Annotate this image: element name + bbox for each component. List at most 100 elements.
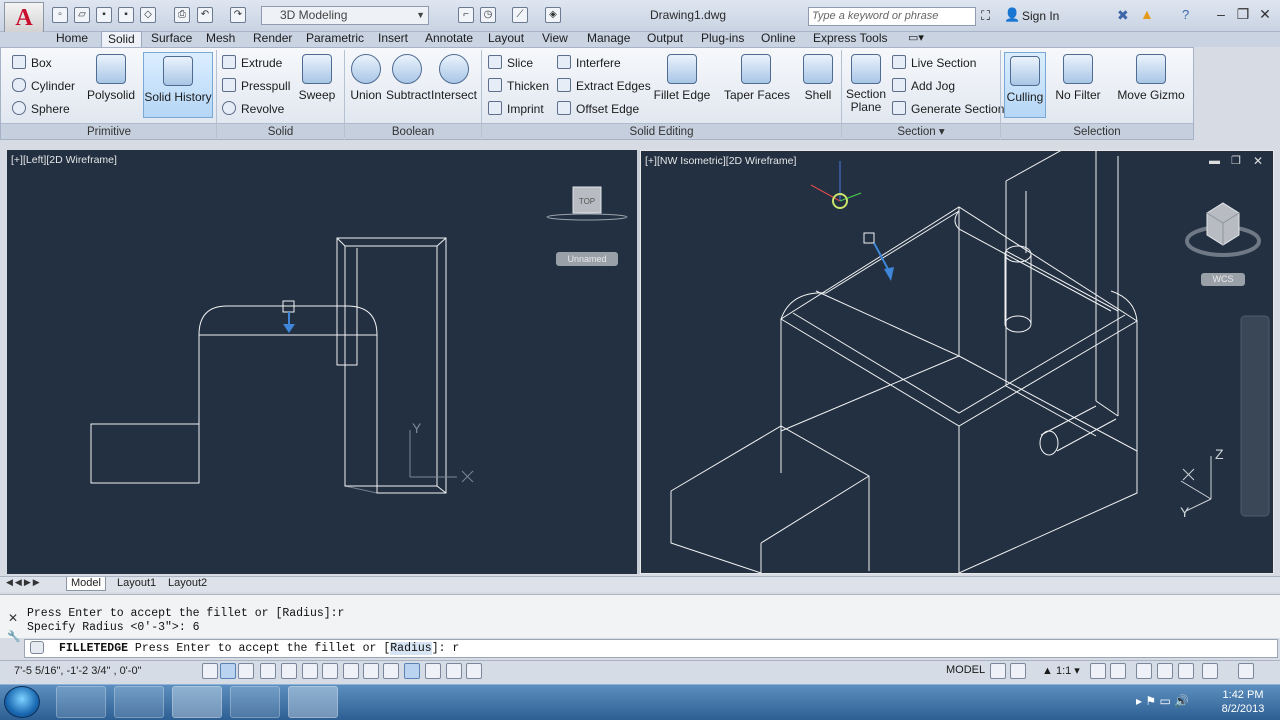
solid-panel-title[interactable]: Solid bbox=[217, 123, 344, 139]
tab-manage[interactable]: Manage bbox=[581, 31, 636, 47]
generate-section-button[interactable]: Generate Section bbox=[892, 101, 1004, 116]
solid-editing-panel-title[interactable]: Solid Editing bbox=[482, 123, 841, 139]
save-icon[interactable]: ▪ bbox=[96, 7, 112, 23]
tab-solid[interactable]: Solid bbox=[101, 31, 142, 47]
workspace-dropdown[interactable]: 3D Modeling ▼ bbox=[261, 6, 429, 25]
tab-parametric[interactable]: Parametric bbox=[300, 31, 370, 47]
quick-properties-icon[interactable] bbox=[425, 663, 441, 679]
sphere-button[interactable]: Sphere bbox=[12, 101, 70, 116]
selection-cycling-icon[interactable] bbox=[446, 663, 462, 679]
section-panel-title[interactable]: Section ▾ bbox=[842, 123, 1000, 139]
close-icon[interactable]: ✕ bbox=[8, 611, 18, 625]
isolate-objects-icon[interactable] bbox=[1202, 663, 1218, 679]
section-plane-button[interactable]: Section Plane bbox=[845, 54, 887, 114]
open-icon[interactable]: ▱ bbox=[74, 7, 90, 23]
right-viewport[interactable]: [+][NW Isometric][2D Wireframe] ▬ ❐ ✕ Z … bbox=[640, 150, 1274, 574]
clean-screen-icon[interactable] bbox=[1238, 663, 1254, 679]
publish-icon[interactable]: ◇ bbox=[140, 7, 156, 23]
live-section-button[interactable]: Live Section bbox=[892, 55, 976, 70]
quick-view-drawings-icon[interactable] bbox=[1010, 663, 1026, 679]
extrude-button[interactable]: Extrude bbox=[222, 55, 282, 70]
application-menu-button[interactable]: A bbox=[4, 2, 44, 36]
lock-icon[interactable] bbox=[1157, 663, 1173, 679]
taper-faces-button[interactable]: Taper Faces bbox=[724, 54, 790, 102]
interfere-button[interactable]: Interfere bbox=[557, 55, 621, 70]
tab-annotate[interactable]: Annotate bbox=[419, 31, 479, 47]
fillet-edge-button[interactable]: Fillet Edge bbox=[652, 54, 712, 102]
layer-icon[interactable]: ◈ bbox=[545, 7, 561, 23]
imprint-button[interactable]: Imprint bbox=[488, 101, 544, 116]
sweep-button[interactable]: Sweep bbox=[296, 54, 338, 102]
culling-button[interactable]: Culling bbox=[1004, 52, 1046, 118]
viewcube-top-label[interactable]: TOP bbox=[579, 197, 595, 206]
user-icon[interactable]: 👤 bbox=[1004, 7, 1020, 23]
primitive-panel-title[interactable]: Primitive bbox=[1, 123, 217, 139]
tab-home[interactable]: Home bbox=[50, 31, 94, 47]
offset-edge-button[interactable]: Offset Edge bbox=[557, 101, 639, 116]
tab-layout1[interactable]: Layout1 bbox=[113, 577, 160, 591]
system-clock[interactable]: 1:42 PM 8/2/2013 bbox=[1210, 688, 1276, 716]
3d-osnap-icon[interactable] bbox=[302, 663, 318, 679]
subtract-button[interactable]: Subtract bbox=[386, 54, 431, 102]
wrench-icon[interactable]: 🔧 bbox=[7, 630, 21, 643]
chrome-icon[interactable] bbox=[56, 686, 106, 718]
annotation-monitor-icon[interactable] bbox=[466, 663, 482, 679]
close-button[interactable]: ✕ bbox=[1254, 6, 1276, 24]
union-button[interactable]: Union bbox=[348, 54, 384, 102]
tray-icons[interactable]: ▸ ⚑ ▭ 🔊 bbox=[1136, 694, 1189, 708]
tab-online[interactable]: Online bbox=[755, 31, 802, 47]
lineweight-icon[interactable] bbox=[383, 663, 399, 679]
linetype-icon[interactable]: ⟋ bbox=[512, 7, 528, 23]
tab-express-tools[interactable]: Express Tools bbox=[807, 31, 893, 47]
tab-render[interactable]: Render bbox=[247, 31, 298, 47]
tab-layout2[interactable]: Layout2 bbox=[164, 577, 211, 591]
print-icon[interactable]: ⎙ bbox=[174, 7, 190, 23]
infer-constraints-icon[interactable] bbox=[202, 663, 218, 679]
redo-icon[interactable]: ↷ bbox=[230, 7, 246, 23]
workspace-switching-icon[interactable] bbox=[1136, 663, 1152, 679]
osnap-icon[interactable] bbox=[281, 663, 297, 679]
extract-edges-button[interactable]: Extract Edges bbox=[557, 78, 651, 93]
tab-layout[interactable]: Layout bbox=[482, 31, 530, 47]
clock-icon[interactable]: ◷ bbox=[480, 7, 496, 23]
snipping-tool-icon[interactable] bbox=[114, 686, 164, 718]
viewcube[interactable] bbox=[1185, 202, 1261, 257]
command-recent-icon[interactable] bbox=[30, 641, 44, 654]
help-icon[interactable]: ? bbox=[1182, 7, 1189, 22]
add-jog-button[interactable]: Add Jog bbox=[892, 78, 955, 93]
restore-button[interactable]: ❐ bbox=[1232, 6, 1254, 24]
transparency-icon[interactable] bbox=[404, 663, 420, 679]
match-properties-icon[interactable]: ⌐ bbox=[458, 7, 474, 23]
binoculars-icon[interactable]: ⛶ bbox=[981, 8, 990, 24]
new-icon[interactable]: ▫ bbox=[52, 7, 68, 23]
tab-mesh[interactable]: Mesh bbox=[200, 31, 241, 47]
tab-surface[interactable]: Surface bbox=[145, 31, 198, 47]
shell-button[interactable]: Shell bbox=[800, 54, 836, 102]
tab-model[interactable]: Model bbox=[66, 577, 106, 591]
presspull-button[interactable]: Presspull bbox=[222, 78, 290, 93]
exchange-icon[interactable]: ✖ bbox=[1117, 7, 1129, 24]
ucs-menu[interactable]: Unnamed bbox=[567, 254, 606, 264]
annotation-visibility-icon[interactable] bbox=[1090, 663, 1106, 679]
hardware-acceleration-icon[interactable] bbox=[1178, 663, 1194, 679]
quick-view-layouts-icon[interactable] bbox=[990, 663, 1006, 679]
ducs-icon[interactable] bbox=[343, 663, 359, 679]
recorder-icon[interactable] bbox=[230, 686, 280, 718]
radius-option[interactable]: Radius bbox=[390, 642, 432, 655]
navigation-bar[interactable] bbox=[1240, 315, 1270, 517]
otrack-icon[interactable] bbox=[322, 663, 338, 679]
camtasia-icon[interactable] bbox=[288, 686, 338, 718]
slice-button[interactable]: Slice bbox=[488, 55, 533, 70]
autodesk-360-icon[interactable]: ▲ bbox=[1140, 6, 1154, 22]
ucs-menu[interactable]: WCS bbox=[1213, 274, 1234, 284]
boolean-panel-title[interactable]: Boolean bbox=[345, 123, 481, 139]
ortho-icon[interactable] bbox=[238, 663, 254, 679]
dyn-icon[interactable] bbox=[363, 663, 379, 679]
model-space-button[interactable]: MODEL bbox=[946, 664, 985, 676]
sign-in-button[interactable]: Sign In bbox=[1022, 9, 1059, 23]
grid-icon[interactable] bbox=[220, 663, 236, 679]
tab-output[interactable]: Output bbox=[641, 31, 689, 47]
start-button[interactable] bbox=[4, 686, 40, 718]
tab-plug-ins[interactable]: Plug-ins bbox=[695, 31, 750, 47]
no-filter-button[interactable]: No Filter bbox=[1054, 54, 1102, 102]
